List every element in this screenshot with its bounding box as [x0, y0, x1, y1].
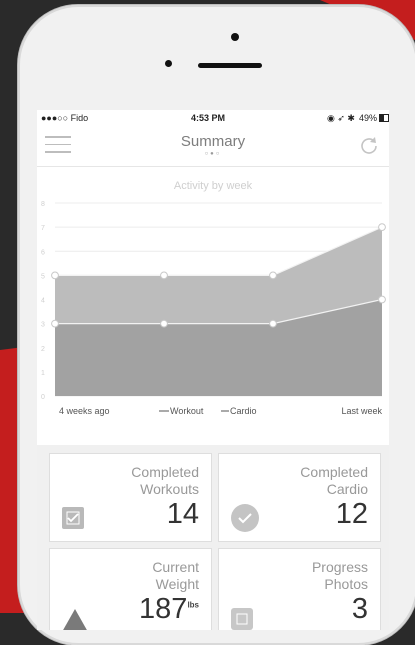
- page-indicator[interactable]: ○●○: [37, 151, 389, 157]
- data-point-workout: [51, 271, 59, 280]
- cardio-label: Completed Cardio: [300, 464, 368, 497]
- cardio-value: 12: [335, 498, 368, 530]
- phone-camera: [231, 33, 239, 41]
- weight-value: 187lbs: [139, 593, 199, 626]
- photos-value: 3: [351, 593, 368, 625]
- weight-number: 187: [139, 593, 188, 625]
- y-tick-label: 7: [41, 225, 45, 232]
- y-tick-label: 3: [41, 322, 45, 329]
- y-tick-label: 5: [41, 273, 45, 280]
- phone-sensor: [165, 60, 172, 67]
- clock: 4:53 PM: [191, 113, 226, 123]
- cardio-card[interactable]: Completed Cardio 12: [218, 453, 381, 542]
- y-tick-label: 6: [41, 249, 45, 256]
- data-point-cardio: [51, 319, 59, 328]
- x-tick-label: 4 weeks ago: [59, 406, 110, 416]
- workouts-label: Completed Workouts: [131, 464, 199, 497]
- chart-svg: 0 1 2 3 4 5 6 7 8 4 weeks ago Last week Workout Card…: [41, 201, 386, 416]
- battery-icon: [379, 114, 389, 122]
- x-tick-label: Last week: [341, 406, 382, 416]
- photo-icon: [231, 608, 253, 630]
- y-tick-label: 1: [41, 370, 45, 377]
- activity-chart: Activity by week 0123456784 weeks ago Las…: [37, 166, 389, 446]
- nav-bar: Summary ○●○: [37, 126, 389, 167]
- legend-workout-label: Workout: [170, 406, 204, 416]
- data-point-cardio: [160, 319, 168, 328]
- page-title: Summary: [180, 133, 246, 150]
- weight-label: Current Weight: [152, 559, 199, 592]
- battery-percent: 49%: [359, 113, 378, 123]
- y-tick-label: 8: [41, 201, 45, 208]
- check-circle-icon: [231, 504, 259, 532]
- photos-card[interactable]: Progress Photos 3: [218, 548, 381, 630]
- y-tick-label: 4: [41, 298, 45, 305]
- status-icons: ◉ ➶ ✱: [327, 113, 355, 123]
- app-screen: ●●●○○ Fido 4:53 PM ◉ ➶ ✱ 49% Summary ○●○…: [37, 110, 389, 630]
- scale-icon: [63, 609, 87, 630]
- y-tick-label: 0: [41, 394, 45, 401]
- legend-cardio-label: Cardio: [230, 406, 257, 416]
- carrier-text: ●●●○○ Fido: [41, 113, 89, 123]
- checkbox-icon: [62, 507, 84, 529]
- workouts-card[interactable]: Completed Workouts 14: [49, 453, 212, 542]
- workouts-value: 14: [166, 498, 199, 530]
- refresh-icon[interactable]: [357, 134, 381, 158]
- phone-speaker: [198, 63, 262, 68]
- weight-card[interactable]: Current Weight 187lbs: [49, 548, 212, 630]
- weight-unit: lbs: [187, 600, 199, 610]
- y-tick-label: 2: [41, 346, 45, 353]
- data-point-cardio: [269, 319, 277, 328]
- data-point-workout: [160, 271, 168, 280]
- status-bar: ●●●○○ Fido 4:53 PM ◉ ➶ ✱ 49%: [37, 110, 389, 126]
- data-point-cardio: [378, 295, 386, 304]
- data-point-workout: [378, 223, 386, 232]
- photos-label: Progress Photos: [311, 559, 368, 592]
- data-point-workout: [269, 271, 277, 280]
- stats-cards: Completed Workouts 14 Completed Cardio 1…: [37, 445, 389, 630]
